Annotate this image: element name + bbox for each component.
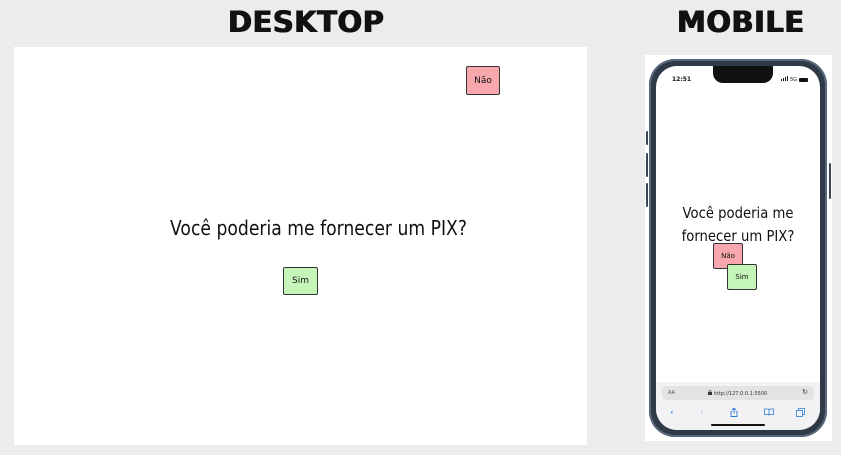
url-value: http://127.0.0.1:5500 bbox=[713, 391, 768, 397]
mobile-yes-button[interactable]: Sim bbox=[727, 264, 757, 290]
chevron-right-icon[interactable]: › bbox=[700, 408, 704, 418]
phone-notch bbox=[713, 66, 773, 83]
desktop-question: Você poderia me fornecer um PIX? bbox=[170, 216, 467, 240]
desktop-no-button[interactable]: Não bbox=[466, 66, 500, 95]
browser-nav-row: ‹ › bbox=[656, 407, 820, 420]
signal-icon bbox=[780, 76, 788, 83]
tabs-icon[interactable] bbox=[796, 408, 805, 420]
chevron-left-icon[interactable]: ‹ bbox=[670, 408, 674, 418]
desktop-heading: DESKTOP bbox=[228, 5, 385, 39]
mobile-question: Você poderia me fornecer um PIX? bbox=[681, 204, 795, 245]
status-indicators: 5G bbox=[780, 76, 808, 83]
home-indicator bbox=[711, 424, 765, 426]
mobile-preview: 12:51 5G Você poderia me fornecer um PIX… bbox=[645, 55, 832, 441]
reload-icon[interactable]: ↻ bbox=[802, 388, 808, 396]
desktop-preview: Você poderia me fornecer um PIX? Não Sim bbox=[14, 47, 587, 445]
phone-volume-up-button bbox=[646, 153, 648, 177]
book-icon[interactable] bbox=[764, 408, 774, 419]
mobile-heading: MOBILE bbox=[677, 5, 805, 39]
desktop-yes-button[interactable]: Sim bbox=[283, 267, 318, 295]
network-label: 5G bbox=[789, 76, 797, 83]
mobile-browser-toolbar: AA http://127.0.0.1:5500 ↻ ‹ › bbox=[656, 382, 820, 430]
phone-power-button bbox=[829, 163, 831, 199]
phone-volume-down-button bbox=[646, 183, 648, 207]
url-text: http://127.0.0.1:5500 bbox=[708, 389, 768, 397]
status-time: 12:51 bbox=[672, 76, 692, 83]
share-icon[interactable] bbox=[730, 407, 738, 420]
address-bar[interactable]: AA http://127.0.0.1:5500 ↻ bbox=[662, 386, 814, 400]
phone-screen: 12:51 5G Você poderia me fornecer um PIX… bbox=[656, 66, 820, 430]
battery-icon bbox=[799, 77, 808, 82]
phone-side-button bbox=[646, 131, 648, 145]
text-size-button[interactable]: AA bbox=[668, 390, 675, 396]
phone-body: 12:51 5G Você poderia me fornecer um PIX… bbox=[649, 59, 827, 437]
